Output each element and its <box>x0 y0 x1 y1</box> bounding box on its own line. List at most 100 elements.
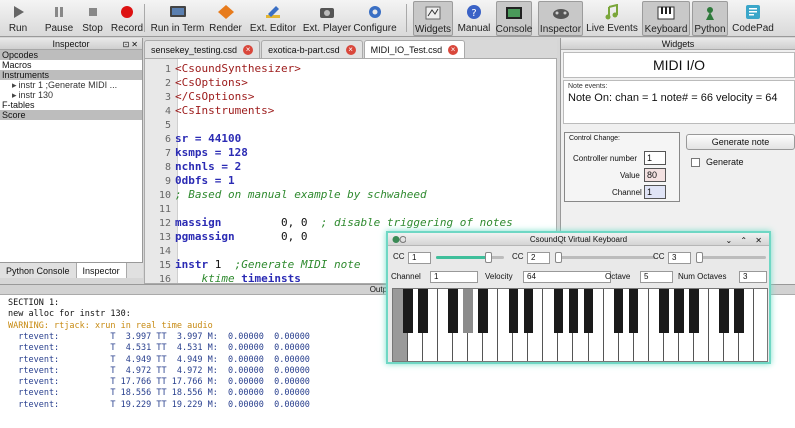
toolbar-pause-button[interactable]: Pause <box>44 1 74 36</box>
console-line: rtevent: T 17.766 TT 17.766 M: 0.00000 0… <box>8 377 310 388</box>
toolbar-manual-button[interactable]: ? Manual <box>455 1 493 36</box>
line-number: 14 <box>158 246 171 257</box>
piano-black-key[interactable] <box>688 289 699 333</box>
dock-buttons[interactable]: ⊡✕ <box>123 39 140 51</box>
piano-black-key[interactable] <box>568 289 579 333</box>
stop-icon <box>84 3 102 21</box>
vk-window-buttons[interactable]: ⌄ ⌃ ✕ <box>725 234 765 247</box>
tree-item[interactable]: Instruments <box>0 70 142 80</box>
piano-black-key[interactable] <box>628 289 639 333</box>
cc1-spinbox[interactable]: 1 <box>408 252 431 264</box>
line-number: 5 <box>164 120 171 131</box>
piano-black-key[interactable] <box>508 289 519 333</box>
tree-item[interactable]: ▸ instr 130 <box>0 90 142 100</box>
tree-item[interactable]: Opcodes <box>0 50 142 60</box>
piano-black-key[interactable] <box>523 289 534 333</box>
piano-black-key[interactable] <box>448 289 458 333</box>
toolbar-python-button[interactable]: Python <box>692 1 728 36</box>
generate-note-button[interactable]: Generate note <box>686 134 795 150</box>
piano-black-key[interactable] <box>673 289 684 333</box>
toolbar-keyboard-button[interactable]: Keyboard <box>642 1 690 36</box>
value-field[interactable]: 80 <box>644 168 666 182</box>
tab-python-console[interactable]: Python Console <box>0 263 77 278</box>
piano-black-key[interactable] <box>553 289 564 333</box>
code-line: 6 sr = 44100 <box>145 132 556 146</box>
piano-black-key[interactable] <box>463 289 473 333</box>
piano-black-key[interactable] <box>719 289 729 333</box>
code-line: 9 0dbfs = 1 <box>145 174 556 188</box>
close-tab-icon[interactable]: × <box>345 44 356 55</box>
cc1-slider-handle[interactable] <box>484 252 492 263</box>
console-line: rtevent: T 4.531 TT 4.531 M: 0.00000 0.0… <box>8 343 310 354</box>
tree-item-label: Opcodes <box>2 50 39 60</box>
toolbar-configure-button[interactable]: Configure <box>353 1 397 36</box>
piano-black-key[interactable] <box>613 289 624 333</box>
toolbar-run-in-term-button[interactable]: Run in Term <box>150 1 205 36</box>
line-number: 11 <box>158 204 171 215</box>
generate-checkbox[interactable]: Generate <box>691 157 744 167</box>
toolbar-widgets-button[interactable]: Widgets <box>413 1 453 36</box>
toolbar-separator <box>406 4 407 32</box>
code-token: ; disable triggering of notes <box>320 216 513 229</box>
close-tab-icon[interactable]: × <box>243 44 254 55</box>
code-line: 5 <box>145 118 556 132</box>
piano-keyboard[interactable] <box>392 288 768 362</box>
toolbar-console-button[interactable]: Console <box>496 1 532 36</box>
toolbar-button-label: Run in Term <box>150 23 205 34</box>
cc2-slider-handle[interactable] <box>555 252 562 263</box>
piano-black-key[interactable] <box>478 289 489 333</box>
piano-black-key[interactable] <box>418 289 428 333</box>
expand-arrow-icon[interactable]: ▸ <box>12 90 17 100</box>
toolbar-record-button[interactable]: Record <box>110 1 144 36</box>
cc3-label: CC <box>653 252 665 261</box>
channel-field[interactable]: 1 <box>644 185 666 199</box>
expand-arrow-icon[interactable]: ▸ <box>12 80 17 90</box>
piano-black-key[interactable] <box>403 289 413 333</box>
code-token: = 2 <box>214 160 242 173</box>
channel-label: Channel <box>612 188 642 197</box>
tree-item[interactable]: Macros <box>0 60 142 70</box>
toolbar-ext-editor-button[interactable]: Ext. Editor <box>249 1 297 36</box>
num-octaves-spinbox[interactable]: 3 <box>739 271 767 283</box>
cc2-spinbox[interactable]: 2 <box>527 252 550 264</box>
cc1-label: CC <box>393 252 405 261</box>
tree-item[interactable]: Score <box>0 110 142 120</box>
piano-black-key[interactable] <box>734 289 744 333</box>
main-toolbar: Run Pause Stop Record Run in Term Render Ext. … <box>0 0 795 37</box>
piano-black-key[interactable] <box>658 289 669 333</box>
toolbar-ext-player-button[interactable]: Ext. Player <box>302 1 352 36</box>
cc3-spinbox[interactable]: 3 <box>668 252 691 264</box>
editor-tab[interactable]: sensekey_testing.csd × <box>144 40 261 58</box>
tree-item[interactable]: F-tables <box>0 100 142 110</box>
toolbar-codepad-button[interactable]: CodePad <box>731 1 775 36</box>
velocity-spinbox[interactable]: 64 <box>523 271 611 283</box>
tree-item[interactable]: ▸ instr 1 ;Generate MIDI ... <box>0 80 142 90</box>
help-icon: ? <box>465 3 483 21</box>
toolbar-live-events-button[interactable]: Live Events <box>586 1 638 36</box>
toolbar-stop-button[interactable]: Stop <box>79 1 106 36</box>
checkbox-box[interactable] <box>691 157 700 167</box>
code-line: 2 <CsOptions> <box>145 76 556 90</box>
toolbar-inspector-button[interactable]: Inspector <box>538 1 583 36</box>
piano-black-key[interactable] <box>583 289 594 333</box>
note-events-display: Note events: Note On: chan = 1 note# = 6… <box>563 80 795 124</box>
vk-channel-spinbox[interactable]: 1 <box>430 271 478 283</box>
line-number: 2 <box>164 78 171 89</box>
tree-item-label: Score <box>2 110 26 120</box>
toolbar-button-label: Stop <box>82 23 103 34</box>
pencil-icon <box>264 3 282 21</box>
generate-label: Generate <box>706 157 744 167</box>
tab-inspector[interactable]: Inspector <box>76 263 127 278</box>
editor-tab[interactable]: exotica-b-part.csd × <box>261 40 363 58</box>
octave-spinbox[interactable]: 5 <box>644 272 648 281</box>
toolbar-run-button[interactable]: Run <box>6 1 30 36</box>
editor-tab[interactable]: MIDI_IO_Test.csd × <box>363 40 466 58</box>
toolbar-render-button[interactable]: Render <box>208 1 243 36</box>
vk-channel-label: Channel <box>391 272 421 281</box>
toolbar-button-label: Console <box>495 24 533 35</box>
controller-number-field[interactable]: 1 <box>644 151 666 165</box>
close-tab-icon[interactable]: × <box>448 44 459 55</box>
terminal-icon <box>169 3 187 21</box>
piano-white-key[interactable] <box>753 289 767 361</box>
cc3-slider-handle[interactable] <box>696 252 703 263</box>
